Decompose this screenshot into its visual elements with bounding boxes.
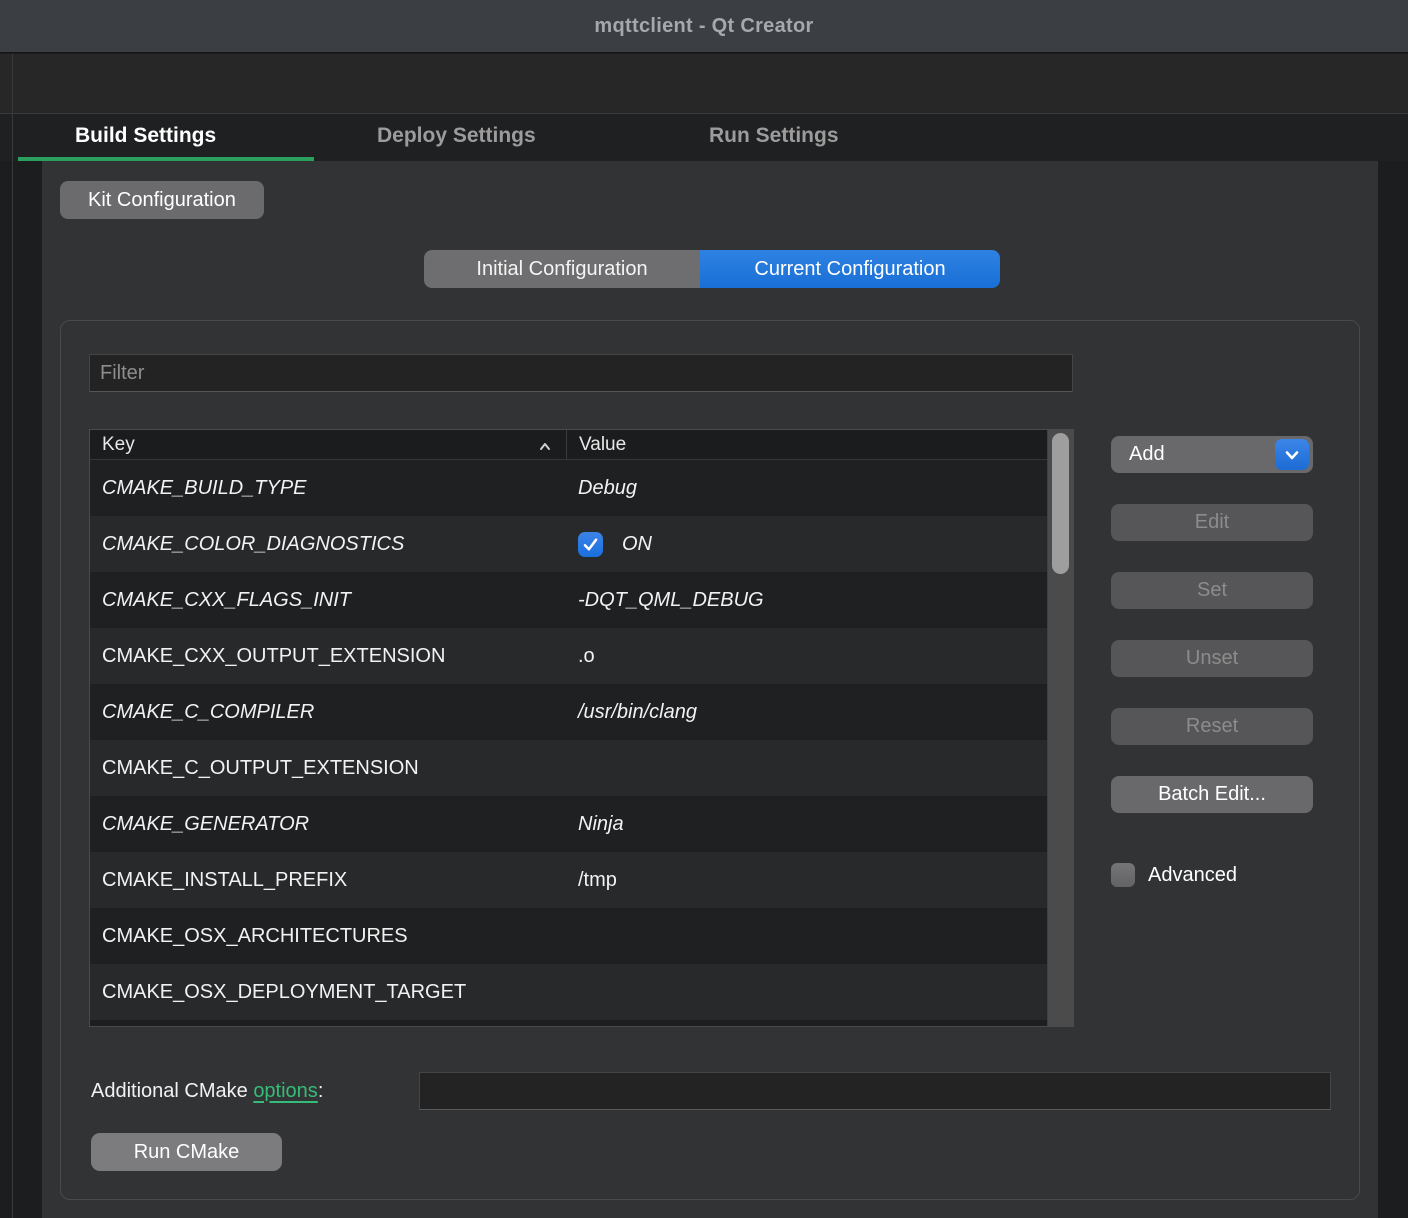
row-key: CMAKE_C_OUTPUT_EXTENSION [90,757,566,780]
advanced-checkbox[interactable] [1111,863,1135,887]
sort-ascending-icon [538,438,552,452]
row-value: /tmp [566,869,1073,892]
cmake-table-body: CMAKE_BUILD_TYPEDebugCMAKE_COLOR_DIAGNOS… [90,460,1073,1020]
add-button-label: Add [1129,443,1165,466]
table-header: Key Value [90,430,1073,460]
table-row[interactable]: CMAKE_GENERATORNinja [90,796,1073,852]
table-row[interactable]: CMAKE_CXX_OUTPUT_EXTENSION.o [90,628,1073,684]
add-button[interactable]: Add [1111,436,1313,473]
row-value: ON [566,532,1073,557]
table-row[interactable]: CMAKE_OSX_DEPLOYMENT_TARGET [90,964,1073,1020]
row-key: CMAKE_CXX_FLAGS_INIT [90,589,566,612]
cmake-variables-table: Key Value CMAKE_BUILD_TYPEDebugCMAKE_COL… [89,429,1074,1027]
table-row[interactable]: CMAKE_C_OUTPUT_EXTENSION [90,740,1073,796]
tab-run-settings[interactable]: Run Settings [709,114,839,158]
window-title: mqttclient - Qt Creator [594,15,813,38]
initial-configuration-segment[interactable]: Initial Configuration [424,250,700,288]
row-value: -DQT_QML_DEBUG [566,589,1073,612]
run-cmake-button[interactable]: Run CMake [91,1133,282,1171]
row-key: CMAKE_GENERATOR [90,813,566,836]
table-row[interactable]: CMAKE_OSX_ARCHITECTURES [90,908,1073,964]
additional-cmake-options-label: Additional CMake options: [91,1072,323,1110]
column-header-value[interactable]: Value [566,430,1073,459]
edit-button[interactable]: Edit [1111,504,1313,541]
table-row[interactable]: CMAKE_COLOR_DIAGNOSTICS ON [90,516,1073,572]
current-configuration-segment[interactable]: Current Configuration [700,250,1000,288]
table-row[interactable]: CMAKE_C_COMPILER/usr/bin/clang [90,684,1073,740]
titlebar: mqttclient - Qt Creator [0,0,1408,53]
toolbar-strip [0,54,1408,113]
table-row[interactable]: CMAKE_INSTALL_PREFIX/tmp [90,852,1073,908]
advanced-label: Advanced [1148,864,1237,887]
batch-edit-button[interactable]: Batch Edit... [1111,776,1313,813]
row-key: CMAKE_OSX_ARCHITECTURES [90,925,566,948]
configuration-segmented-control: Initial Configuration Current Configurat… [424,250,1000,288]
cmake-variables-panel: Key Value CMAKE_BUILD_TYPEDebugCMAKE_COL… [60,320,1360,1200]
value-checkbox-checked[interactable] [578,532,603,557]
set-button[interactable]: Set [1111,572,1313,609]
additional-options-suffix: : [318,1080,324,1103]
additional-cmake-options-input[interactable] [419,1072,1331,1110]
settings-tabbar: Build Settings Deploy Settings Run Setti… [0,113,1408,161]
additional-options-prefix: Additional CMake [91,1080,253,1103]
advanced-checkbox-row[interactable]: Advanced [1111,862,1237,888]
table-row[interactable]: CMAKE_BUILD_TYPEDebug [90,460,1073,516]
row-value: Debug [566,477,1073,500]
row-key: CMAKE_INSTALL_PREFIX [90,869,566,892]
unset-button[interactable]: Unset [1111,640,1313,677]
row-value: .o [566,645,1073,668]
chevron-down-icon[interactable] [1275,439,1309,470]
row-key: CMAKE_CXX_OUTPUT_EXTENSION [90,645,566,668]
table-scrollbar-thumb[interactable] [1052,433,1069,574]
row-key: CMAKE_C_COMPILER [90,701,566,724]
row-key: CMAKE_COLOR_DIAGNOSTICS [90,533,566,556]
build-settings-pane: Kit Configuration Initial Configuration … [42,161,1378,1218]
row-key: CMAKE_OSX_DEPLOYMENT_TARGET [90,981,566,1004]
column-header-key[interactable]: Key [90,430,566,459]
row-key: CMAKE_BUILD_TYPE [90,477,566,500]
row-value: /usr/bin/clang [566,701,1073,724]
left-rail-divider [12,54,13,1218]
qt-creator-window: mqttclient - Qt Creator Build Settings D… [0,0,1408,1218]
reset-button[interactable]: Reset [1111,708,1313,745]
kit-configuration-button[interactable]: Kit Configuration [60,181,264,219]
table-row[interactable]: CMAKE_CXX_FLAGS_INIT-DQT_QML_DEBUG [90,572,1073,628]
tab-build-settings[interactable]: Build Settings [75,114,216,158]
filter-input[interactable] [89,354,1073,392]
table-scrollbar-track[interactable] [1047,430,1073,1026]
options-link[interactable]: options [253,1080,318,1103]
checkbox-value-text: ON [622,533,652,556]
tab-deploy-settings[interactable]: Deploy Settings [377,114,536,158]
row-value: Ninja [566,813,1073,836]
